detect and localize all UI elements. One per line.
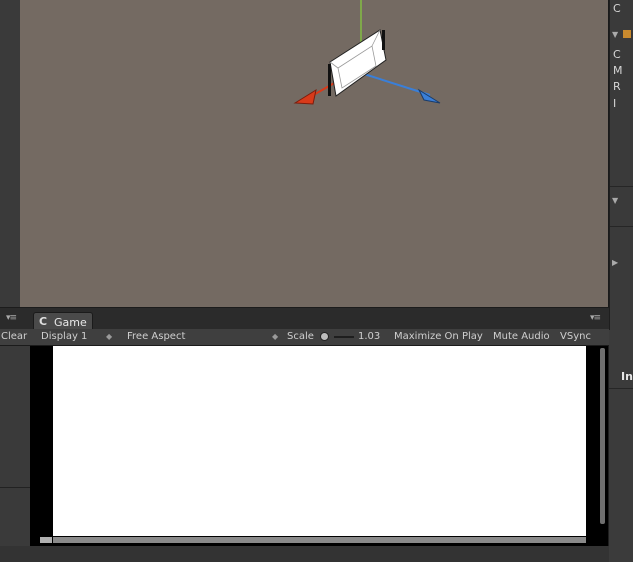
panel-label: In [621,370,633,383]
status-bar [0,546,609,562]
inspector-row: R [613,80,621,93]
horizontal-scrollbar[interactable] [53,537,586,543]
z-axis-cone [417,88,441,104]
foldout-arrow-icon[interactable]: ▶ [612,258,618,267]
scale-value: 1.03 [358,331,381,342]
inspector-row: M [613,64,623,77]
foldout-arrow-icon[interactable]: ▼ [612,196,618,205]
display-dropdown[interactable]: Display 1 [41,331,87,342]
tab-game-label: Game [54,316,87,329]
inspector-row: C [613,2,621,15]
chevron-down-icon: ◆ [106,332,113,341]
scene-gizmo[interactable] [20,0,608,307]
component-icon [623,30,631,38]
tab-menu-icon[interactable]: ▾≡ [6,313,17,323]
right-panel-lower: In [609,330,633,562]
scrollbar-handle[interactable] [40,537,52,543]
pacman-icon: C [39,315,48,328]
clear-button[interactable]: Clear [1,331,27,342]
aspect-dropdown[interactable]: Free Aspect [127,331,185,342]
x-axis-cone [293,88,317,105]
camera-frustum [329,29,387,97]
game-tab-bar: ▾≡ C Game ▾≡ [0,307,609,331]
vertical-scrollbar[interactable] [600,348,605,524]
inspector-row: C [613,48,621,61]
vsync-toggle[interactable]: VSync [557,330,594,343]
scale-slider[interactable] [334,336,354,338]
tab-menu-icon[interactable]: ▾≡ [590,313,601,323]
chevron-down-icon: ◆ [272,332,279,341]
scene-view[interactable] [20,0,609,307]
mute-audio-toggle[interactable]: Mute Audio [490,330,553,343]
game-toolbar: Clear Display 1 ◆ Free Aspect ◆ Scale 1.… [0,329,609,346]
foldout-arrow-icon[interactable]: ▼ [612,30,618,39]
game-view-render[interactable] [53,346,586,536]
scale-slider-handle[interactable] [320,332,329,341]
maximize-on-play-toggle[interactable]: Maximize On Play [391,330,486,343]
scale-label: Scale [287,331,314,342]
inspector-row: I [613,97,617,110]
left-panel-edge-lower [0,346,30,546]
